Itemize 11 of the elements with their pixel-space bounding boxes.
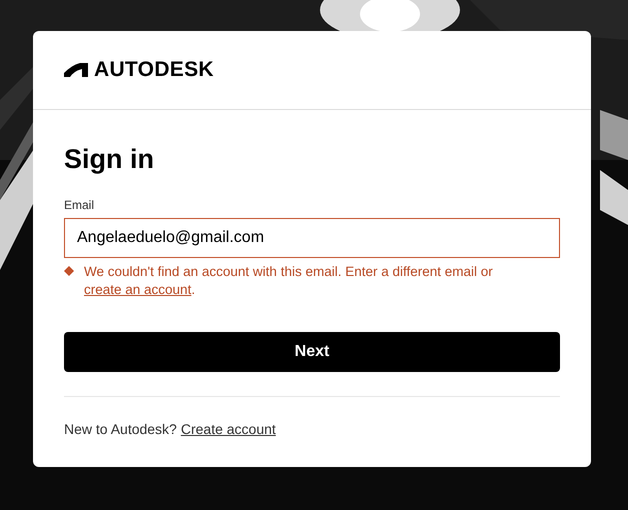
next-button[interactable]: Next [64, 332, 560, 372]
email-field[interactable]: Angelaeduelo@gmail.com [64, 218, 560, 258]
logo-text: AUTODESK [94, 58, 214, 82]
page-title: Sign in [64, 143, 155, 176]
error-message: We couldn't find an account with this email. Enter a different email or create an account. [84, 263, 494, 299]
error-icon [64, 266, 74, 276]
email-label: Email [64, 198, 96, 212]
create-account-link[interactable]: create an account [84, 282, 192, 297]
footer-text: New to Autodesk? [64, 421, 177, 437]
logo-icon [64, 63, 88, 77]
create-account-link[interactable]: Create account [180, 421, 276, 437]
